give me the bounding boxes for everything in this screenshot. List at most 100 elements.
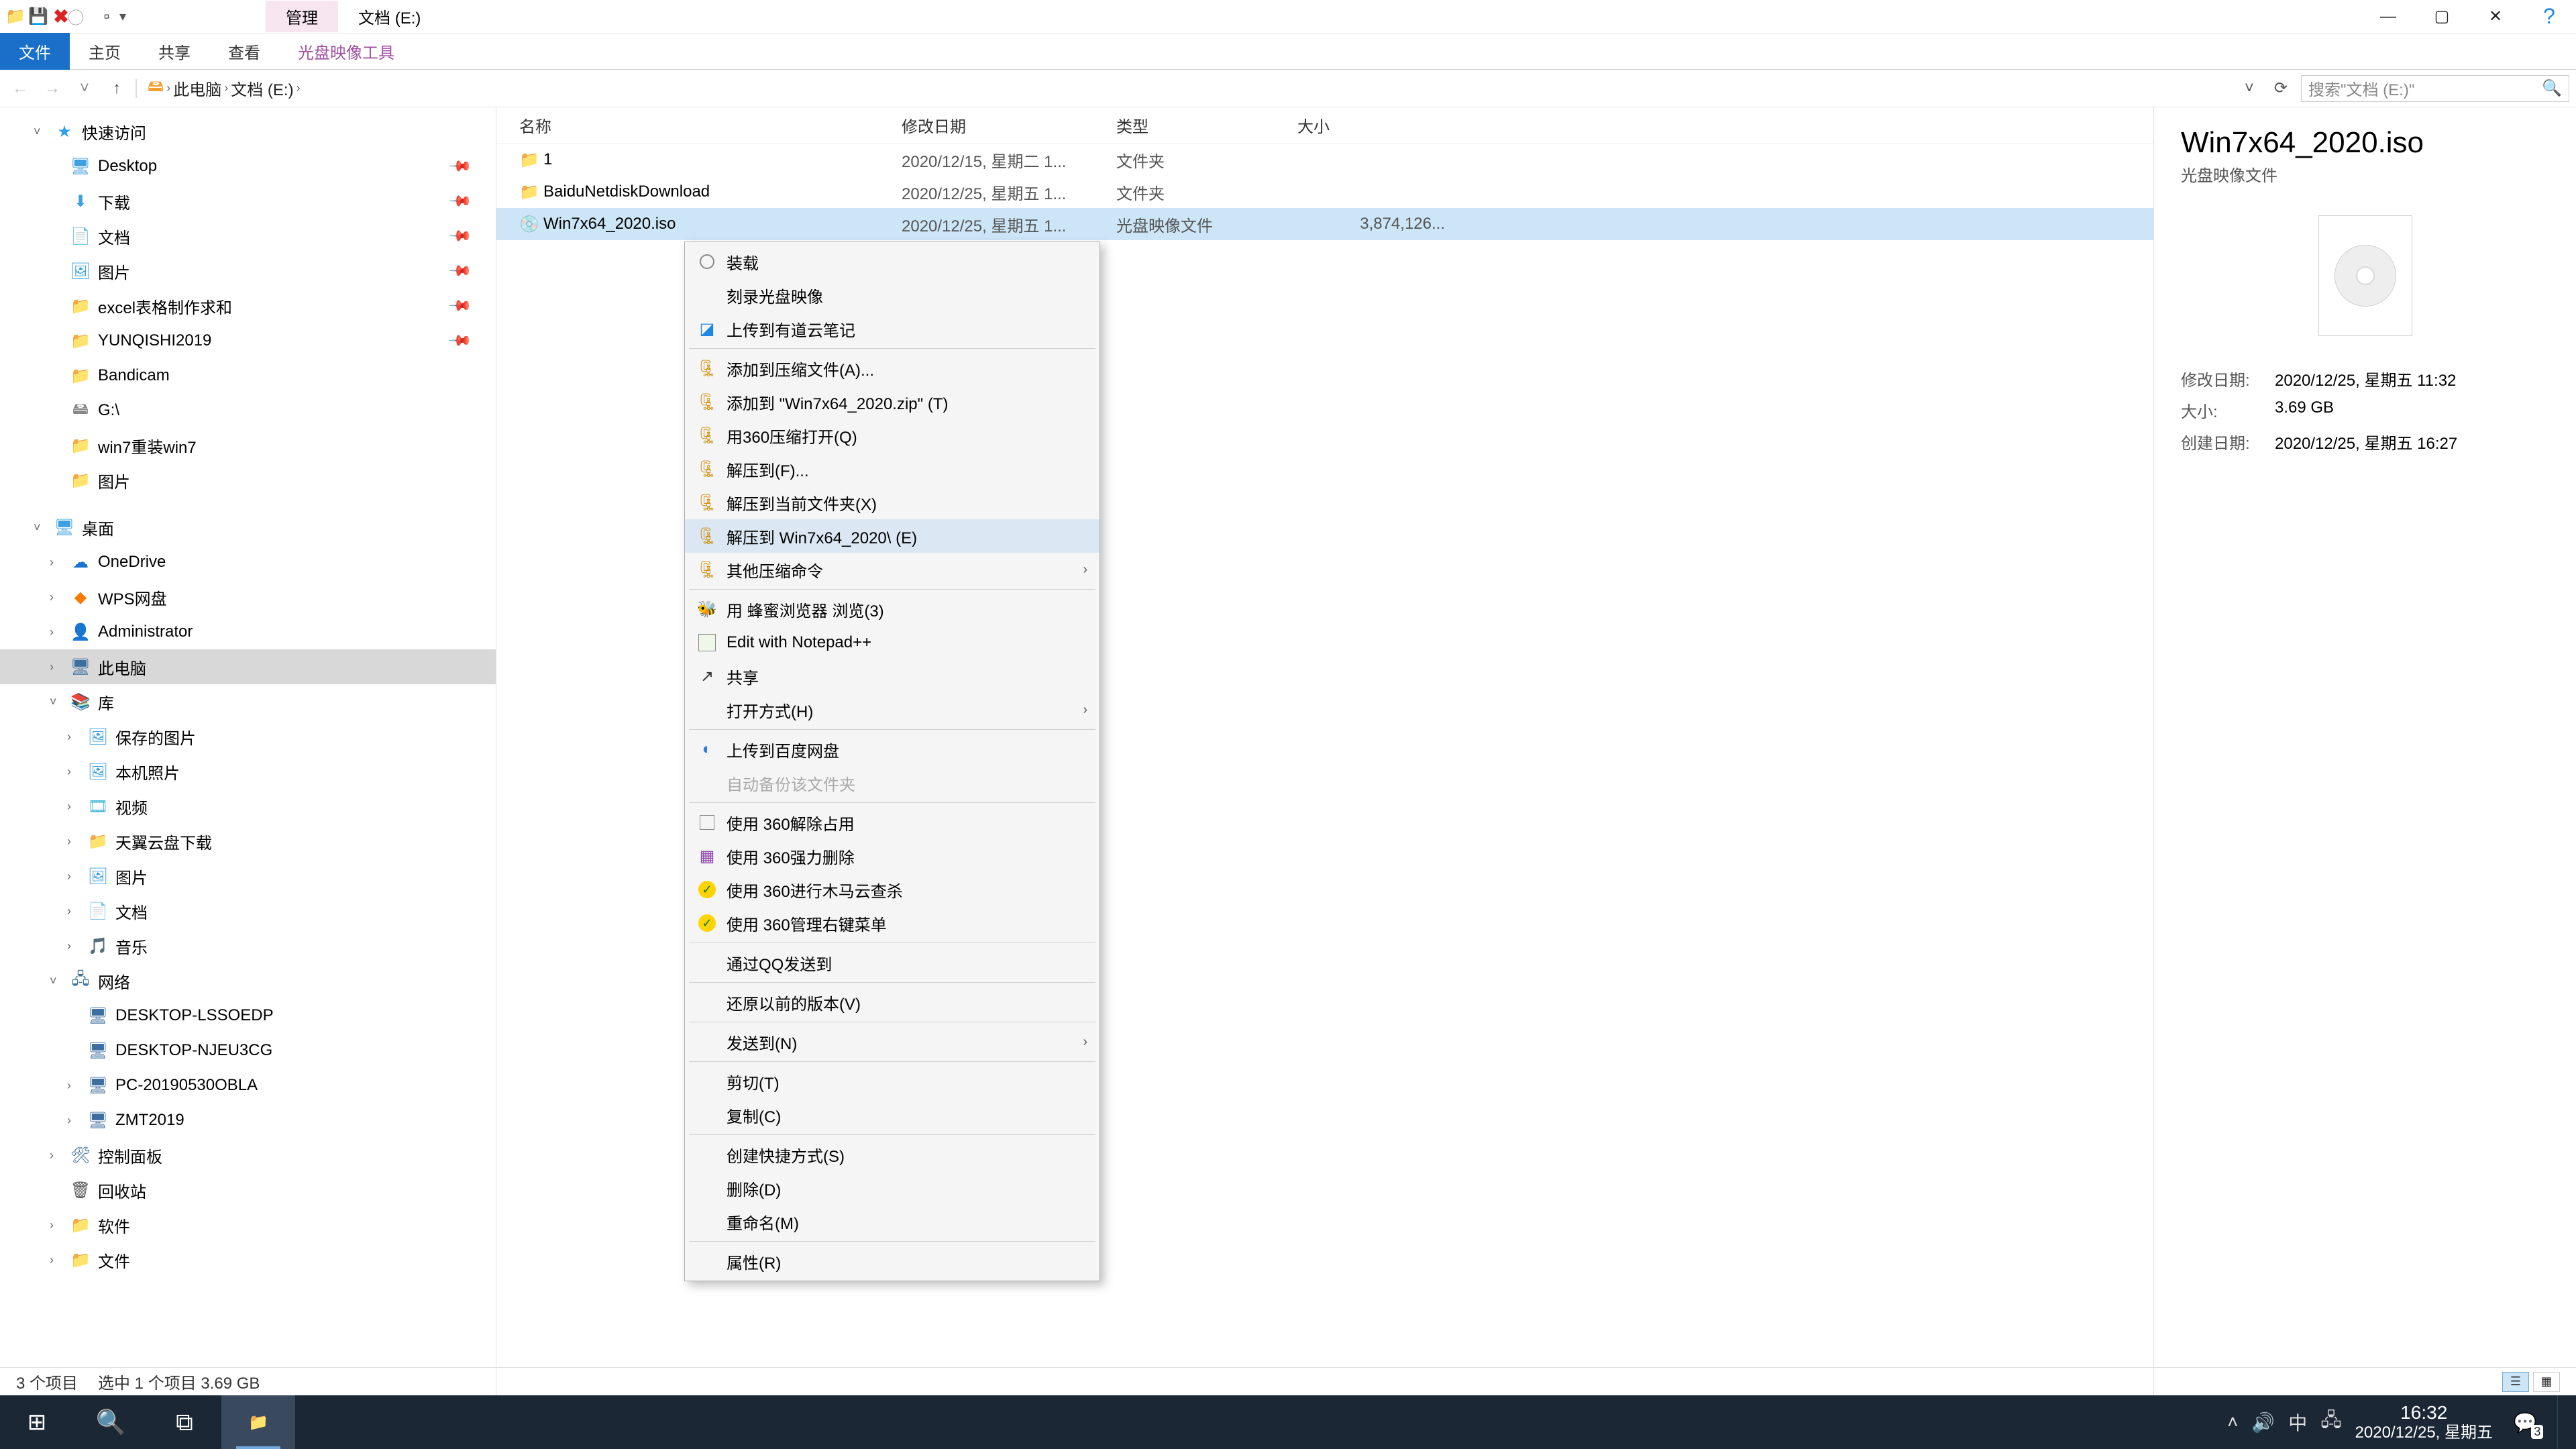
tree-item[interactable]: ›🎵音乐 [0,928,496,963]
tree-item[interactable]: 📁图片 [0,463,496,498]
ctx-add-zip[interactable]: 🗜添加到 "Win7x64_2020.zip" (T) [685,385,1099,419]
chevron-right-icon[interactable]: › [224,81,228,95]
ime-indicator[interactable]: 中 [2288,1409,2307,1436]
tree-quick-access[interactable]: ˅★快速访问 [0,114,496,149]
nav-back-button[interactable]: ← [7,79,34,98]
ctx-copy[interactable]: 复制(C) [685,1098,1099,1132]
refresh-button[interactable]: ⟳ [2266,78,2296,98]
nav-up-button[interactable]: ↑ [103,79,130,98]
help-icon[interactable]: ? [2522,0,2576,34]
ctx-extract-here[interactable]: 🗜解压到当前文件夹(X) [685,486,1099,519]
column-size[interactable]: 大小 [1297,113,1445,137]
ribbon-tab-view[interactable]: 查看 [209,33,279,70]
tree-item[interactable]: ›📁文件 [0,1242,496,1277]
tree-downloads[interactable]: ⬇下载📌 [0,184,496,219]
qat-dropdown-icon[interactable]: ▾ [119,8,126,25]
tree-network[interactable]: ˅🖧网络 [0,963,496,998]
breadcrumb[interactable]: 🖴 › 此电脑 › 文档 (E:) › [142,74,306,102]
column-name[interactable]: 名称 [519,113,902,137]
tree-item[interactable]: 📁YUNQISHI2019📌 [0,323,496,358]
tree-pictures[interactable]: 🖼图片📌 [0,254,496,288]
tree-wps[interactable]: ›◆WPS网盘 [0,580,496,614]
address-dropdown-icon[interactable]: ˅ [2238,79,2261,98]
action-center-button[interactable]: 💬 [2506,1411,2544,1434]
tree-item[interactable]: ›🖥ZMT2019 [0,1103,496,1138]
taskbar-file-explorer[interactable]: 📁 [221,1395,295,1449]
ctx-shortcut[interactable]: 创建快捷方式(S) [685,1138,1099,1171]
ribbon-tab-file[interactable]: 文件 [0,33,70,70]
tree-item[interactable]: ›🖼本机照片 [0,754,496,789]
tree-item[interactable]: ›🖼保存的图片 [0,719,496,754]
ctx-restore[interactable]: 还原以前的版本(V) [685,985,1099,1019]
tree-onedrive[interactable]: ›☁OneDrive [0,545,496,580]
file-row-selected[interactable]: 💿 Win7x64_2020.iso 2020/12/25, 星期五 1... … [496,208,2153,240]
minimize-button[interactable]: — [2361,0,2415,34]
tree-desktop-root[interactable]: ˅🖥桌面 [0,510,496,545]
ctx-open-360zip[interactable]: 🗜用360压缩打开(Q) [685,419,1099,452]
chevron-right-icon[interactable]: › [166,81,170,95]
network-icon[interactable]: 🖧 [2320,1406,2341,1438]
tree-item[interactable]: ›🖼图片 [0,859,496,894]
tree-item[interactable]: 🖴G:\ [0,393,496,428]
ribbon-tab-share[interactable]: 共享 [140,33,209,70]
tree-item[interactable]: 📁excel表格制作求和📌 [0,288,496,323]
ribbon-tab-disc-tools[interactable]: 光盘映像工具 [279,33,413,70]
ctx-share[interactable]: ↗共享 [685,659,1099,693]
column-type[interactable]: 类型 [1116,113,1297,137]
tree-libraries[interactable]: ˅📚库 [0,684,496,719]
disk-icon[interactable]: 💾 [28,7,48,27]
ctx-cut[interactable]: 剪切(T) [685,1065,1099,1098]
ctx-notepad[interactable]: Edit with Notepad++ [685,626,1099,659]
show-desktop-button[interactable] [2557,1395,2565,1449]
ctx-burn[interactable]: 刻录光盘映像 [685,278,1099,312]
tree-documents[interactable]: 📄文档📌 [0,219,496,254]
ctx-360-trojan[interactable]: ✓使用 360进行木马云查杀 [685,873,1099,906]
ctx-qq-send[interactable]: 通过QQ发送到 [685,946,1099,979]
tree-item[interactable]: ›📁软件 [0,1208,496,1242]
file-row[interactable]: 📁 1 2020/12/15, 星期二 1... 文件夹 [496,144,2153,176]
ctx-delete[interactable]: 删除(D) [685,1171,1099,1205]
maximize-button[interactable]: ▢ [2415,0,2469,34]
ctx-extract-to[interactable]: 🗜解压到(F)... [685,452,1099,486]
tree-item[interactable]: 🖥DESKTOP-NJEU3CG [0,1033,496,1068]
view-icons-button[interactable]: ▦ [2533,1372,2560,1392]
tree-this-pc[interactable]: ›🖥此电脑 [0,649,496,684]
ctx-properties[interactable]: 属性(R) [685,1244,1099,1278]
ctx-mount[interactable]: 装载 [685,245,1099,278]
start-button[interactable]: ⊞ [0,1395,74,1449]
ctx-360-menu[interactable]: ✓使用 360管理右键菜单 [685,906,1099,940]
close-button[interactable]: ✕ [2469,0,2522,34]
breadcrumb-segment[interactable]: 此电脑 [173,76,221,100]
chevron-right-icon[interactable]: › [297,81,301,95]
delete-icon[interactable]: ✖ [51,7,71,27]
tree-item[interactable]: ›🖥PC-20190530OBLA [0,1068,496,1103]
column-date[interactable]: 修改日期 [902,113,1116,137]
tray-overflow-icon[interactable]: ˄ [2227,1411,2238,1433]
tree-recycle-bin[interactable]: 🗑回收站 [0,1173,496,1208]
tree-item[interactable]: 📁win7重装win7 [0,428,496,463]
tree-item[interactable]: ›🎞视频 [0,789,496,824]
properties-icon[interactable]: ▫ [97,7,117,27]
ctx-open-with[interactable]: 打开方式(H)› [685,693,1099,727]
task-view-button[interactable]: ⧉ [148,1395,221,1449]
tree-item[interactable]: ›📄文档 [0,894,496,928]
tree-control-panel[interactable]: ›🛠控制面板 [0,1138,496,1173]
tree-item[interactable]: 📁Bandicam [0,358,496,393]
ctx-send-to[interactable]: 发送到(N)› [685,1025,1099,1059]
view-details-button[interactable]: ☰ [2502,1372,2529,1392]
nav-history-dropdown[interactable]: ˅ [71,79,98,98]
ctx-360-release[interactable]: 使用 360解除占用 [685,806,1099,839]
ctx-add-archive[interactable]: 🗜添加到压缩文件(A)... [685,352,1099,385]
ctx-bee-browser[interactable]: 🐝用 蜂蜜浏览器 浏览(3) [685,592,1099,626]
taskbar-clock[interactable]: 16:32 2020/12/25, 星期五 [2355,1401,2493,1443]
nav-forward-button[interactable]: → [39,79,66,98]
ctx-other-zip[interactable]: 🗜其他压缩命令› [685,553,1099,586]
tree-item[interactable]: 🖥DESKTOP-LSSOEDP [0,998,496,1033]
tree-desktop[interactable]: 🖥Desktop📌 [0,149,496,184]
volume-icon[interactable]: 🔊 [2251,1411,2275,1434]
undo-icon[interactable]: ⃝ [74,7,94,27]
ribbon-tab-home[interactable]: 主页 [70,33,140,70]
breadcrumb-segment[interactable]: 文档 (E:) [231,76,293,100]
search-button[interactable]: 🔍 [74,1395,148,1449]
file-row[interactable]: 📁 BaiduNetdiskDownload 2020/12/25, 星期五 1… [496,176,2153,208]
